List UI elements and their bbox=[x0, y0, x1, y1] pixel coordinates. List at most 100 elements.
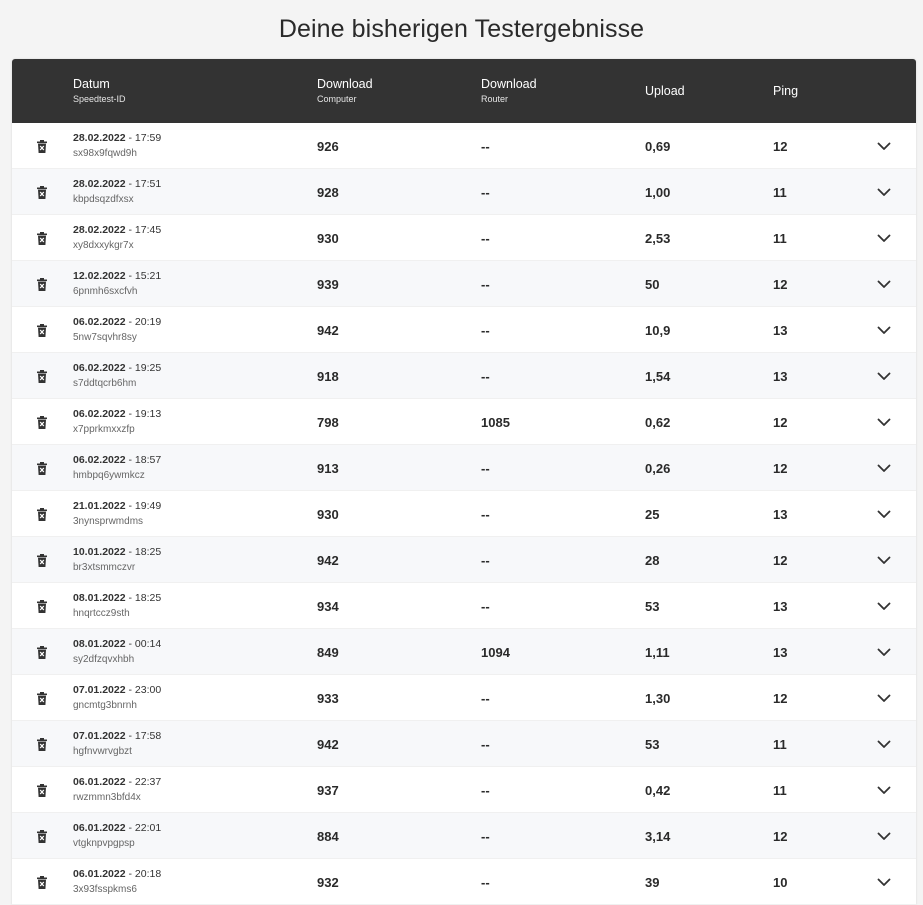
table-row: 06.02.2022 - 19:13 x7pprkmxxzfp 798 1085… bbox=[12, 399, 916, 445]
upload-value: 3,14 bbox=[645, 828, 671, 844]
delete-button[interactable] bbox=[37, 599, 47, 613]
delete-button[interactable] bbox=[37, 415, 47, 429]
expand-button[interactable] bbox=[877, 602, 891, 611]
speedtest-id: s7ddtqcrb6hm bbox=[73, 378, 137, 389]
trash-icon bbox=[37, 599, 47, 613]
expand-button[interactable] bbox=[877, 372, 891, 381]
expand-button[interactable] bbox=[877, 648, 891, 657]
chevron-down-icon bbox=[877, 878, 891, 887]
upload-cell: 0,69 bbox=[645, 123, 765, 169]
download-computer-value: 930 bbox=[317, 506, 339, 522]
delete-cell bbox=[32, 353, 52, 399]
download-computer-value: 937 bbox=[317, 782, 339, 798]
expand-button[interactable] bbox=[877, 142, 891, 151]
delete-button[interactable] bbox=[37, 783, 47, 797]
ping-value: 11 bbox=[773, 184, 787, 200]
download-computer-value: 933 bbox=[317, 690, 339, 706]
date: 06.02.2022 bbox=[73, 408, 126, 420]
header-ping-label: Ping bbox=[773, 83, 799, 98]
download-computer-cell: 942 bbox=[317, 721, 467, 767]
delete-button[interactable] bbox=[37, 875, 47, 889]
date: 21.01.2022 bbox=[73, 500, 126, 512]
date-time: 21.01.2022 - 19:49 bbox=[73, 500, 161, 513]
table-header: Datum Speedtest-ID Download Computer Dow… bbox=[12, 59, 916, 123]
download-computer-value: 926 bbox=[317, 138, 339, 154]
expand-cell bbox=[872, 307, 896, 353]
delete-button[interactable] bbox=[37, 737, 47, 751]
expand-cell bbox=[872, 399, 896, 445]
delete-cell bbox=[32, 123, 52, 169]
upload-cell: 0,42 bbox=[645, 767, 765, 813]
time: - 18:25 bbox=[125, 592, 162, 604]
table-row: 28.02.2022 - 17:51 kbpdsqzdfxsx 928 -- 1… bbox=[12, 169, 916, 215]
expand-cell bbox=[872, 859, 896, 905]
page-title: Deine bisherigen Testergebnisse bbox=[278, 15, 645, 43]
upload-cell: 25 bbox=[645, 491, 765, 537]
delete-button[interactable] bbox=[37, 323, 47, 337]
expand-button[interactable] bbox=[877, 832, 891, 841]
delete-button[interactable] bbox=[37, 553, 47, 567]
date-cell: 28.02.2022 - 17:45 xy8dxxykgr7x bbox=[73, 215, 293, 261]
delete-button[interactable] bbox=[37, 185, 47, 199]
upload-value: 2,53 bbox=[645, 230, 671, 246]
upload-cell: 3,14 bbox=[645, 813, 765, 859]
date-cell: 06.01.2022 - 22:37 rwzmmn3bfd4x bbox=[73, 767, 293, 813]
date-cell: 06.01.2022 - 20:18 3x93fsspkms6 bbox=[73, 859, 293, 905]
delete-button[interactable] bbox=[37, 139, 47, 153]
download-router-cell: -- bbox=[481, 353, 631, 399]
delete-cell bbox=[32, 813, 52, 859]
date-cell: 07.01.2022 - 23:00 gncmtg3bnrnh bbox=[73, 675, 293, 721]
time: - 17:51 bbox=[125, 178, 162, 190]
expand-button[interactable] bbox=[877, 418, 891, 427]
delete-button[interactable] bbox=[37, 277, 47, 291]
ping-value: 12 bbox=[773, 828, 788, 844]
download-router-cell: -- bbox=[481, 721, 631, 767]
delete-button[interactable] bbox=[37, 231, 47, 245]
delete-button[interactable] bbox=[37, 369, 47, 383]
delete-button[interactable] bbox=[37, 691, 47, 705]
ping-value: 13 bbox=[773, 322, 788, 338]
download-router-value: -- bbox=[481, 552, 490, 568]
chevron-down-icon bbox=[877, 280, 891, 289]
expand-button[interactable] bbox=[877, 326, 891, 335]
expand-button[interactable] bbox=[877, 510, 891, 519]
date-time: 06.02.2022 - 20:19 bbox=[73, 316, 161, 329]
expand-button[interactable] bbox=[877, 188, 891, 197]
download-router-cell: 1085 bbox=[481, 399, 631, 445]
download-computer-cell: 932 bbox=[317, 859, 467, 905]
download-router-value: -- bbox=[481, 276, 490, 292]
upload-cell: 0,26 bbox=[645, 445, 765, 491]
date: 06.01.2022 bbox=[73, 822, 126, 834]
expand-cell bbox=[872, 215, 896, 261]
download-router-value: -- bbox=[481, 690, 490, 706]
download-computer-cell: 849 bbox=[317, 629, 467, 675]
speedtest-id: sx98x9fqwd9h bbox=[73, 148, 137, 159]
expand-button[interactable] bbox=[877, 786, 891, 795]
upload-cell: 0,62 bbox=[645, 399, 765, 445]
download-computer-cell: 942 bbox=[317, 307, 467, 353]
date: 06.01.2022 bbox=[73, 776, 126, 788]
download-router-value: -- bbox=[481, 368, 490, 384]
download-computer-cell: 939 bbox=[317, 261, 467, 307]
trash-icon bbox=[37, 231, 47, 245]
expand-cell bbox=[872, 583, 896, 629]
time: - 19:13 bbox=[125, 408, 162, 420]
expand-button[interactable] bbox=[877, 556, 891, 565]
header-download-router-label: Download bbox=[481, 77, 537, 91]
ping-value: 11 bbox=[773, 736, 787, 752]
delete-button[interactable] bbox=[37, 461, 47, 475]
delete-button[interactable] bbox=[37, 507, 47, 521]
expand-button[interactable] bbox=[877, 234, 891, 243]
expand-button[interactable] bbox=[877, 464, 891, 473]
expand-button[interactable] bbox=[877, 694, 891, 703]
expand-button[interactable] bbox=[877, 740, 891, 749]
expand-button[interactable] bbox=[877, 280, 891, 289]
expand-button[interactable] bbox=[877, 878, 891, 887]
chevron-down-icon bbox=[877, 694, 891, 703]
chevron-down-icon bbox=[877, 556, 891, 565]
download-router-value: -- bbox=[481, 874, 490, 890]
delete-button[interactable] bbox=[37, 645, 47, 659]
ping-value: 13 bbox=[773, 368, 788, 384]
delete-button[interactable] bbox=[37, 829, 47, 843]
trash-icon bbox=[37, 691, 47, 705]
